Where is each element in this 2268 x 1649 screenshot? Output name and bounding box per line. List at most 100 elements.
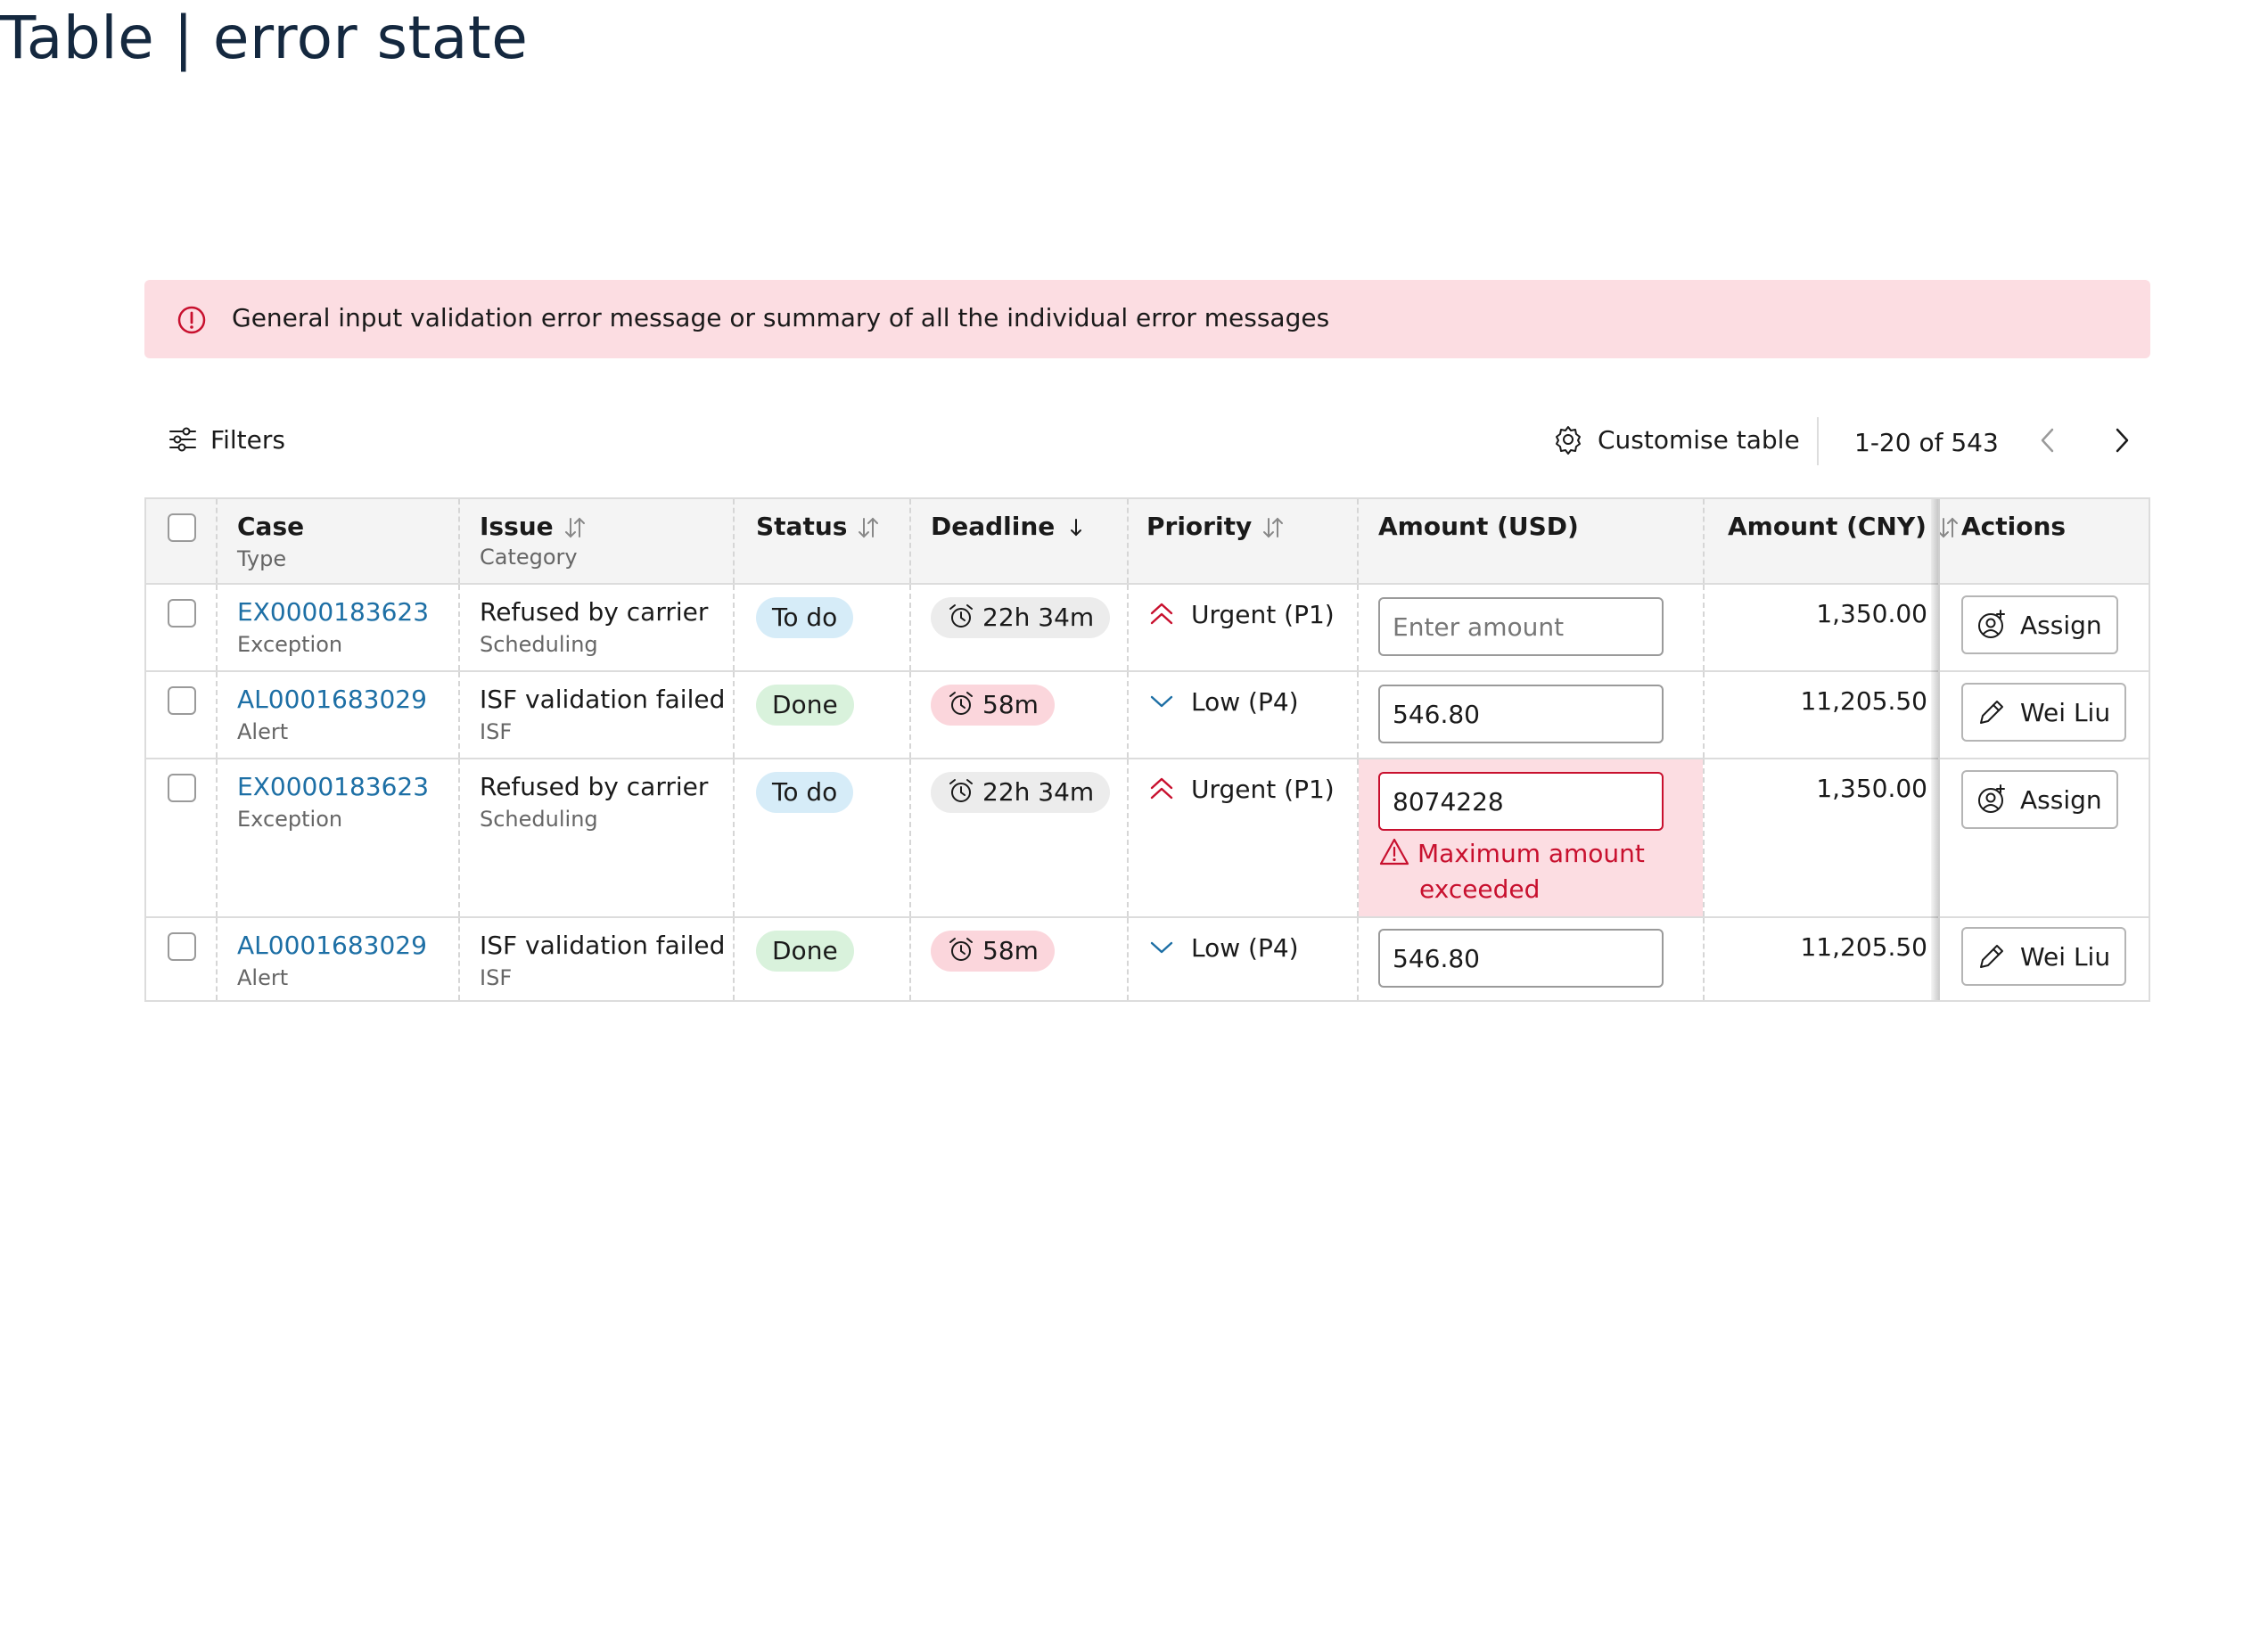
sort-icon[interactable] [856,515,881,540]
pencil-icon [1980,701,2003,724]
table-row: AL0001683029 Alert ISF validation failed… [146,672,2149,759]
case-id-link[interactable]: EX0000183623 [237,597,429,627]
assign-button[interactable]: Assign [1961,595,2118,654]
case-type: Exception [237,632,343,657]
column-amount-usd: Amount (USD) [1378,512,1579,541]
column-status-label: Status [756,512,848,541]
amount-cny-value: 11,205.50 [1800,932,1927,962]
warning-triangle-icon [1379,838,1409,866]
deadline-text: 58m [982,936,1039,965]
table-row-error: EX0000183623 Exception Refused by carrie… [146,759,2149,918]
table-row: EX0000183623 Exception Refused by carrie… [146,585,2149,672]
sticky-column-shadow [1931,499,1938,1000]
issue-category: Scheduling [480,632,598,657]
case-id-link[interactable]: AL0001683029 [237,685,427,714]
table-toolbar: Filters Customise table 1-20 of 543 [144,410,2150,474]
assign-user-icon [1978,610,2005,638]
column-status[interactable]: Status [756,512,881,541]
case-id-link[interactable]: AL0001683029 [237,931,427,960]
amount-usd-input[interactable] [1378,597,1664,656]
row-checkbox[interactable] [168,599,196,628]
table-header-row: Case Type Issue Category Status Deadline… [146,499,2149,585]
column-case[interactable]: Case Type [237,512,304,571]
error-banner-message: General input validation error message o… [232,303,1330,332]
priority-text: Urgent (P1) [1191,774,1335,804]
deadline-badge: 22h 34m [931,597,1111,638]
column-actions: Actions [1961,512,2066,541]
alarm-clock-icon [949,938,973,961]
issue-text: ISF validation failed [480,931,726,960]
column-amount-usd-label: Amount (USD) [1378,512,1579,541]
deadline-text: 22h 34m [982,603,1095,632]
amount-usd-error-cell: Maximum amount exceeded [1357,759,1703,916]
status-badge: Done [756,685,854,726]
table-row: AL0001683029 Alert ISF validation failed… [146,918,2149,1000]
filters-label: Filters [210,424,285,455]
issue-text: Refused by carrier [480,772,709,801]
row-checkbox[interactable] [168,932,196,961]
deadline-badge: 58m [931,685,1055,726]
toolbar-divider [1817,417,1819,465]
assign-button-label: Assign [2020,610,2102,640]
assignee-button[interactable]: Wei Liu [1961,927,2127,986]
sort-icon[interactable] [563,515,588,540]
field-error-message: Maximum amount exceeded [1378,836,1645,907]
column-priority-label: Priority [1146,512,1253,541]
error-circle-icon [177,306,206,334]
column-issue-sub: Category [480,545,578,570]
assign-button[interactable]: Assign [1961,770,2118,829]
amount-usd-input[interactable] [1378,685,1664,743]
deadline-text: 22h 34m [982,777,1095,807]
priority-urgent-icon [1150,603,1173,625]
sort-icon[interactable] [1261,515,1286,540]
priority-low-icon [1150,695,1173,708]
alarm-clock-icon [949,779,973,802]
case-id-link[interactable]: EX0000183623 [237,772,429,801]
column-issue[interactable]: Issue Category [480,512,588,570]
error-line-1: Maximum amount [1418,839,1645,868]
status-badge: Done [756,931,854,972]
sticky-column-divider [1938,499,1940,1000]
gear-icon [1556,426,1581,455]
column-deadline-label: Deadline [931,512,1056,541]
column-priority[interactable]: Priority [1146,512,1286,541]
priority-text: Urgent (P1) [1191,599,1335,629]
column-amount-cny[interactable]: Amount (CNY) [1728,512,1960,541]
row-checkbox[interactable] [168,774,196,802]
column-amount-cny-label: Amount (CNY) [1728,512,1927,541]
case-type: Alert [237,965,289,990]
issue-text: Refused by carrier [480,597,709,627]
amount-cny-value: 11,205.50 [1800,686,1927,716]
pagination-text: 1-20 of 543 [1854,428,1999,457]
select-all-checkbox[interactable] [168,513,196,542]
deadline-badge: 22h 34m [931,772,1111,813]
priority-urgent-icon [1150,777,1173,800]
row-checkbox[interactable] [168,686,196,715]
assign-button-label: Assign [2020,784,2102,815]
error-banner: General input validation error message o… [144,280,2150,358]
alarm-clock-icon [949,604,973,628]
assignee-button[interactable]: Wei Liu [1961,683,2127,742]
customise-table-label: Customise table [1598,424,1800,455]
column-issue-label: Issue [480,512,554,541]
column-actions-label: Actions [1961,512,2067,541]
chevron-right-icon[interactable] [2104,423,2140,458]
pencil-icon [1980,945,2003,968]
amount-usd-input-error[interactable] [1378,772,1664,831]
customise-table-button[interactable]: Customise table [1553,424,1800,455]
column-case-sub: Type [237,546,287,571]
column-deadline[interactable]: Deadline [931,512,1089,541]
cases-table: Case Type Issue Category Status Deadline… [144,497,2150,1002]
issue-category: ISF [480,965,513,990]
amount-cny-value: 1,350.00 [1816,599,1927,628]
priority-text: Low (P4) [1191,686,1299,717]
chevron-left-icon[interactable] [2031,423,2067,458]
sort-down-icon[interactable] [1064,515,1089,540]
priority-text: Low (P4) [1191,932,1299,963]
issue-text: ISF validation failed [480,685,726,714]
assign-user-icon [1978,784,2005,813]
case-type: Exception [237,807,343,832]
amount-usd-input[interactable] [1378,929,1664,988]
amount-cny-value: 1,350.00 [1816,774,1927,803]
filters-button[interactable]: Filters [168,424,285,455]
